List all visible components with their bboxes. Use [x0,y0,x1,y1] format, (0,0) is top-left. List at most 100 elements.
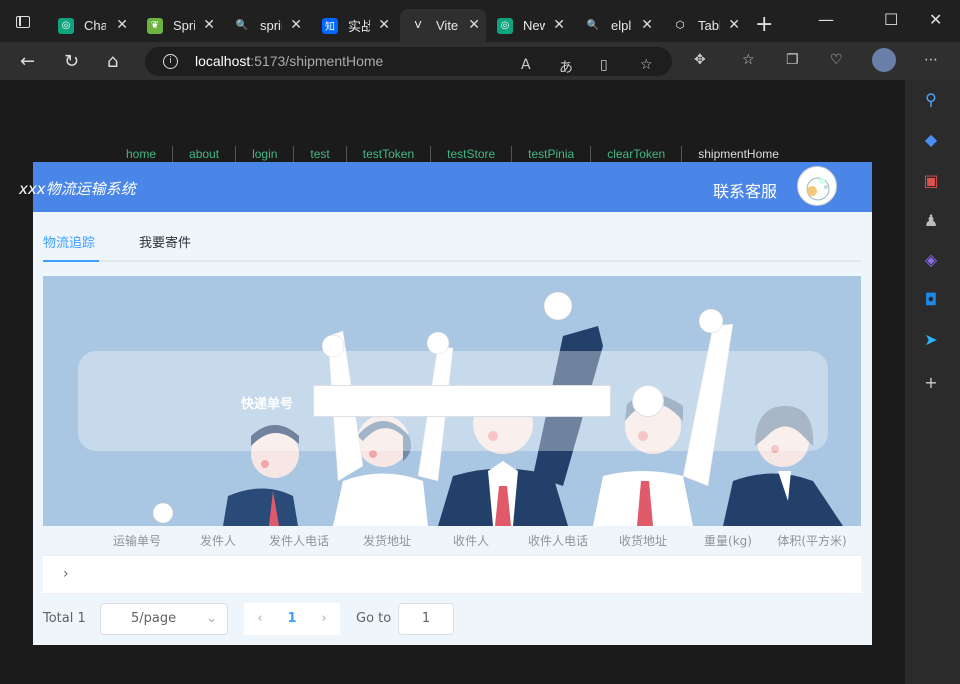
column-header-tracking-no: 运输单号 [112,534,161,548]
favorites-icon[interactable]: ☆ [742,52,755,68]
column-header-send-address: 发货地址 [362,534,411,548]
refresh-button[interactable]: ↻ [64,51,79,72]
browser-tab[interactable]: ◎ New ✕ [487,9,571,42]
vue-icon: V [410,17,426,34]
column-header-sender-phone: 发件人电话 [268,534,329,548]
search-panel: 快递单号 [78,351,828,451]
browser-tab-label: elpl [611,18,632,33]
browser-tab-label: Chat [84,18,106,33]
close-tab-icon[interactable]: ✕ [290,17,302,33]
collections-icon[interactable]: ❐ [786,52,799,68]
column-header-weight: 重量(kg) [704,534,752,548]
browser-tab-label: Sprin [173,18,195,33]
close-tab-icon[interactable]: ✕ [468,17,480,33]
column-header-sender: 发件人 [199,534,236,548]
search-icon[interactable]: ⚲ [922,91,940,109]
reader-view-icon[interactable]: ▯ [600,57,608,73]
tools-briefcase-icon[interactable]: ▣ [922,172,940,190]
tab-send-package[interactable]: 我要寄件 [139,232,191,251]
address-bar[interactable]: i localhost:5173/shipmentHome A あ ▯ ☆ [145,47,672,76]
table-header: 运输单号 发件人 发件人电话 发货地址 收件人 收件人电话 收货地址 重量(kg… [43,526,861,556]
browser-tab-label: spring [260,18,282,33]
column-header-receive-address: 收货地址 [618,534,667,548]
column-header-receiver: 收件人 [452,534,489,548]
browser-tab[interactable]: 知实战 ✕ [312,9,396,42]
pagination: Total 1 5/page ⌄ ‹ 1 › Go to 1 [43,603,861,635]
browser-titlebar: ◎ Chat ✕ ❦ Sprin ✕ 🔍 spring ✕ 知实战 ✕ V Vite ✕ ◎ New ✕ 🔍 elp… [0,0,960,42]
shopping-tag-icon[interactable]: ◆ [922,131,940,149]
browser-tab[interactable]: ◎ Chat ✕ [48,9,134,42]
user-avatar[interactable] [797,166,837,206]
expand-column-header [43,526,91,555]
outlook-icon[interactable]: ◘ [922,291,940,309]
minimize-button[interactable]: — [818,10,834,29]
tracking-number-label: 快递单号 [241,397,294,412]
search-button[interactable] [632,385,664,417]
search-icon: 🔍 [234,17,250,34]
tab-bar: 物流追踪 我要寄件 [43,224,861,262]
browser-tab-label: 实战 [348,19,370,34]
read-aloud-icon[interactable]: A [521,57,531,73]
table-row[interactable]: › [43,556,861,594]
banner-image: 快递单号 [43,276,861,526]
copilot-icon[interactable]: ◈ [922,251,940,269]
spring-leaf-icon: ❦ [147,17,163,34]
more-menu-icon[interactable]: ⋯ [924,52,938,68]
pagination-total: Total 1 [43,611,86,626]
close-window-button[interactable]: ✕ [929,10,942,29]
contact-service-link[interactable]: 联系客服 [713,178,777,202]
url-text: localhost:5173/shipmentHome [195,53,384,69]
cartoon-avatar-icon [806,177,830,201]
close-tab-icon[interactable]: ✕ [378,17,390,33]
brand-title: xxx物流运输系统 [19,180,136,198]
zhihu-icon: 知 [322,17,338,34]
chevron-down-icon: ⌄ [206,611,217,626]
browser-tab-label: Vite [436,18,458,33]
close-tab-icon[interactable]: ✕ [641,17,653,33]
back-button[interactable]: ← [20,51,35,72]
goto-page-input[interactable]: 1 [398,603,454,635]
profile-avatar[interactable] [872,48,896,72]
tab-actions-icon[interactable] [16,16,30,28]
close-tab-icon[interactable]: ✕ [203,17,215,33]
column-header-volume: 体积(平方米) [777,534,847,548]
add-sidebar-icon[interactable]: + [922,374,940,392]
site-info-icon[interactable]: i [163,54,178,69]
page-number-current[interactable]: 1 [276,603,308,635]
chevron-right-icon[interactable]: › [63,566,69,582]
tab-tracking[interactable]: 物流追踪 [43,232,95,251]
close-tab-icon[interactable]: ✕ [116,17,128,33]
browser-tab-label: Tabl [698,18,720,33]
search-icon: 🔍 [585,17,601,34]
maximize-button[interactable]: ☐ [884,10,898,29]
column-header-receiver-phone: 收件人电话 [527,534,588,548]
browser-tab[interactable]: V Vite ✕ [400,9,486,42]
app-header: xxx物流运输系统 联系客服 [19,162,872,212]
favorite-star-icon[interactable]: ☆ [640,57,653,73]
games-chess-icon[interactable]: ♟ [922,212,940,230]
close-tab-icon[interactable]: ✕ [728,17,740,33]
prev-page-button[interactable]: ‹ [244,603,276,635]
home-button[interactable]: ⌂ [107,51,118,72]
close-tab-icon[interactable]: ✕ [553,17,565,33]
tracking-number-input[interactable] [313,385,611,417]
new-tab-button[interactable]: + [755,12,773,37]
translate-icon[interactable]: あ [559,57,573,77]
page-size-select[interactable]: 5/page ⌄ [100,603,228,635]
browser-toolbar: ← ↻ ⌂ i localhost:5173/shipmentHome A あ … [0,42,960,80]
browser-tab[interactable]: 🔍 elpl ✕ [575,9,659,42]
goto-label: Go to [356,611,392,626]
page-size-value: 5/page [131,611,177,626]
browser-tab[interactable]: ❦ Sprin ✕ [137,9,221,42]
extensions-icon[interactable]: ✥ [694,52,706,68]
next-page-button[interactable]: › [308,603,340,635]
chatgpt-icon: ◎ [497,17,513,34]
browser-tab-label: New [523,18,545,33]
chatgpt-icon: ◎ [58,17,74,34]
tab-active-indicator [43,260,99,262]
browser-tab[interactable]: 🔍 spring ✕ [224,9,308,42]
shipment-app: xxx物流运输系统 联系客服 物流追踪 我要寄件 快递单号 运输单号 发件人 发… [19,162,872,645]
browser-tab[interactable]: ⬡ Tabl ✕ [662,9,746,42]
send-icon[interactable]: ➤ [922,331,940,349]
health-icon[interactable]: ♡ [830,52,843,68]
